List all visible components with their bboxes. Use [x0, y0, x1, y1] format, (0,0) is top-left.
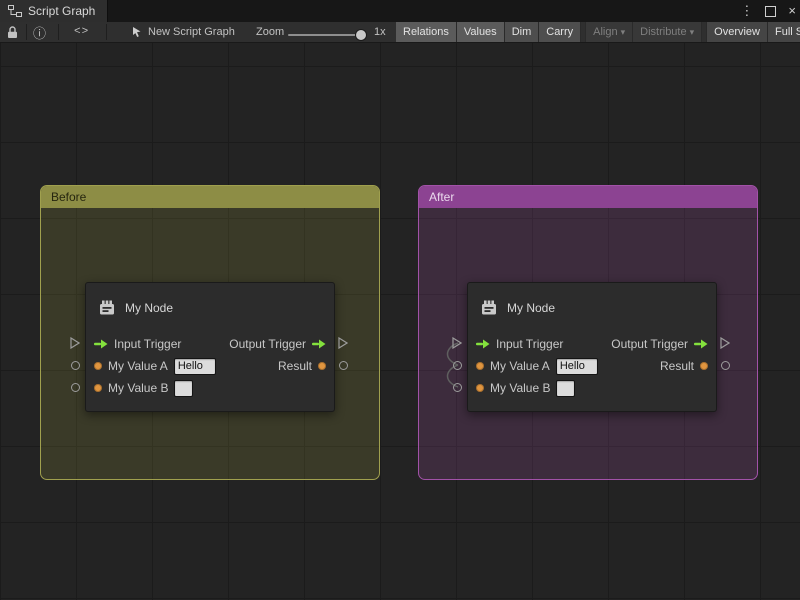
lock-icon[interactable]: [7, 22, 18, 42]
info-icon[interactable]: ⓘ: [33, 22, 46, 42]
output-trigger-label: Output Trigger: [611, 337, 688, 351]
cursor-icon: [132, 27, 142, 38]
port-row-value-a: My Value A Result: [468, 355, 716, 377]
external-result-port[interactable]: [721, 361, 730, 370]
value-a-label: My Value A: [490, 359, 550, 373]
port-row-trigger: Input Trigger Output Trigger: [468, 333, 716, 355]
chevron-down-icon: ▾: [690, 22, 695, 42]
chevron-down-icon: ▾: [621, 22, 626, 42]
separator: [58, 24, 59, 40]
port-row-value-b: My Value B: [86, 377, 334, 399]
input-trigger-port-icon[interactable]: [476, 339, 490, 349]
titlebar: Script Graph ⋮ ×: [0, 0, 800, 23]
align-dropdown[interactable]: Align ▾: [585, 22, 633, 42]
port-row-value-a: My Value A Result: [86, 355, 334, 377]
zoom-label: Zoom: [256, 22, 284, 42]
node-title: My Node: [125, 301, 173, 315]
group-before-header[interactable]: Before: [41, 186, 379, 208]
port-row-value-b: My Value B: [468, 377, 716, 399]
result-label: Result: [660, 359, 694, 373]
overview-button[interactable]: Overview: [706, 22, 768, 42]
output-trigger-label: Output Trigger: [229, 337, 306, 351]
unit-icon: [98, 299, 116, 317]
new-script-graph-label: New Script Graph: [148, 26, 235, 38]
external-input-trigger-port[interactable]: [452, 337, 462, 349]
external-output-trigger-port[interactable]: [720, 337, 730, 349]
zoom-value: 1x: [374, 22, 386, 42]
result-port-icon[interactable]: [318, 362, 326, 370]
toolbar: ⓘ <> New Script Graph Zoom 1x Relations …: [0, 22, 800, 43]
value-a-input[interactable]: [556, 358, 598, 375]
external-value-b-port[interactable]: [71, 383, 80, 392]
separator: [26, 24, 27, 40]
port-row-trigger: Input Trigger Output Trigger: [86, 333, 334, 355]
group-after-header[interactable]: After: [419, 186, 757, 208]
value-a-port-icon[interactable]: [94, 362, 102, 370]
input-trigger-label: Input Trigger: [496, 337, 563, 351]
distribute-dropdown[interactable]: Distribute ▾: [633, 22, 702, 42]
external-value-a-port[interactable]: [453, 361, 462, 370]
value-a-input[interactable]: [174, 358, 216, 375]
new-script-graph-button[interactable]: New Script Graph: [132, 22, 235, 42]
tab-title: Script Graph: [28, 4, 95, 18]
value-b-input[interactable]: [174, 380, 193, 397]
zoom-slider-knob[interactable]: [356, 30, 366, 40]
external-result-port[interactable]: [339, 361, 348, 370]
external-value-b-port[interactable]: [453, 383, 462, 392]
node-my-node-before[interactable]: My Node Input Trigger Output Trigger My …: [85, 282, 335, 412]
input-trigger-port-icon[interactable]: [94, 339, 108, 349]
menu-icon[interactable]: ⋮: [740, 0, 753, 22]
value-b-port-icon[interactable]: [476, 384, 484, 392]
separator: [106, 24, 107, 40]
node-title: My Node: [507, 301, 555, 315]
unit-icon: [480, 299, 498, 317]
value-b-label: My Value B: [490, 381, 550, 395]
zoom-slider[interactable]: [288, 34, 366, 36]
value-a-port-icon[interactable]: [476, 362, 484, 370]
external-output-trigger-port[interactable]: [338, 337, 348, 349]
value-b-input[interactable]: [556, 380, 575, 397]
window-controls: ⋮ ×: [740, 0, 796, 22]
code-icon[interactable]: <>: [74, 22, 89, 42]
carry-button[interactable]: Carry: [539, 22, 581, 42]
value-b-label: My Value B: [108, 381, 168, 395]
maximize-icon[interactable]: [765, 6, 776, 17]
result-label: Result: [278, 359, 312, 373]
node-header[interactable]: My Node: [468, 283, 716, 333]
output-trigger-port-icon[interactable]: [312, 339, 326, 349]
relations-button[interactable]: Relations: [396, 22, 457, 42]
toolbar-buttons: Relations Values Dim Carry Align ▾ Distr…: [396, 22, 800, 42]
input-trigger-label: Input Trigger: [114, 337, 181, 351]
value-b-port-icon[interactable]: [94, 384, 102, 392]
node-my-node-after[interactable]: My Node Input Trigger Output Trigger My …: [467, 282, 717, 412]
node-header[interactable]: My Node: [86, 283, 334, 333]
external-input-trigger-port[interactable]: [70, 337, 80, 349]
full-screen-button[interactable]: Full Screen: [768, 22, 800, 42]
result-port-icon[interactable]: [700, 362, 708, 370]
value-a-label: My Value A: [108, 359, 168, 373]
close-icon[interactable]: ×: [788, 0, 796, 22]
external-value-a-port[interactable]: [71, 361, 80, 370]
dim-button[interactable]: Dim: [505, 22, 540, 42]
tab-script-graph[interactable]: Script Graph: [0, 0, 108, 22]
graph-icon: [8, 5, 22, 17]
output-trigger-port-icon[interactable]: [694, 339, 708, 349]
values-button[interactable]: Values: [457, 22, 505, 42]
